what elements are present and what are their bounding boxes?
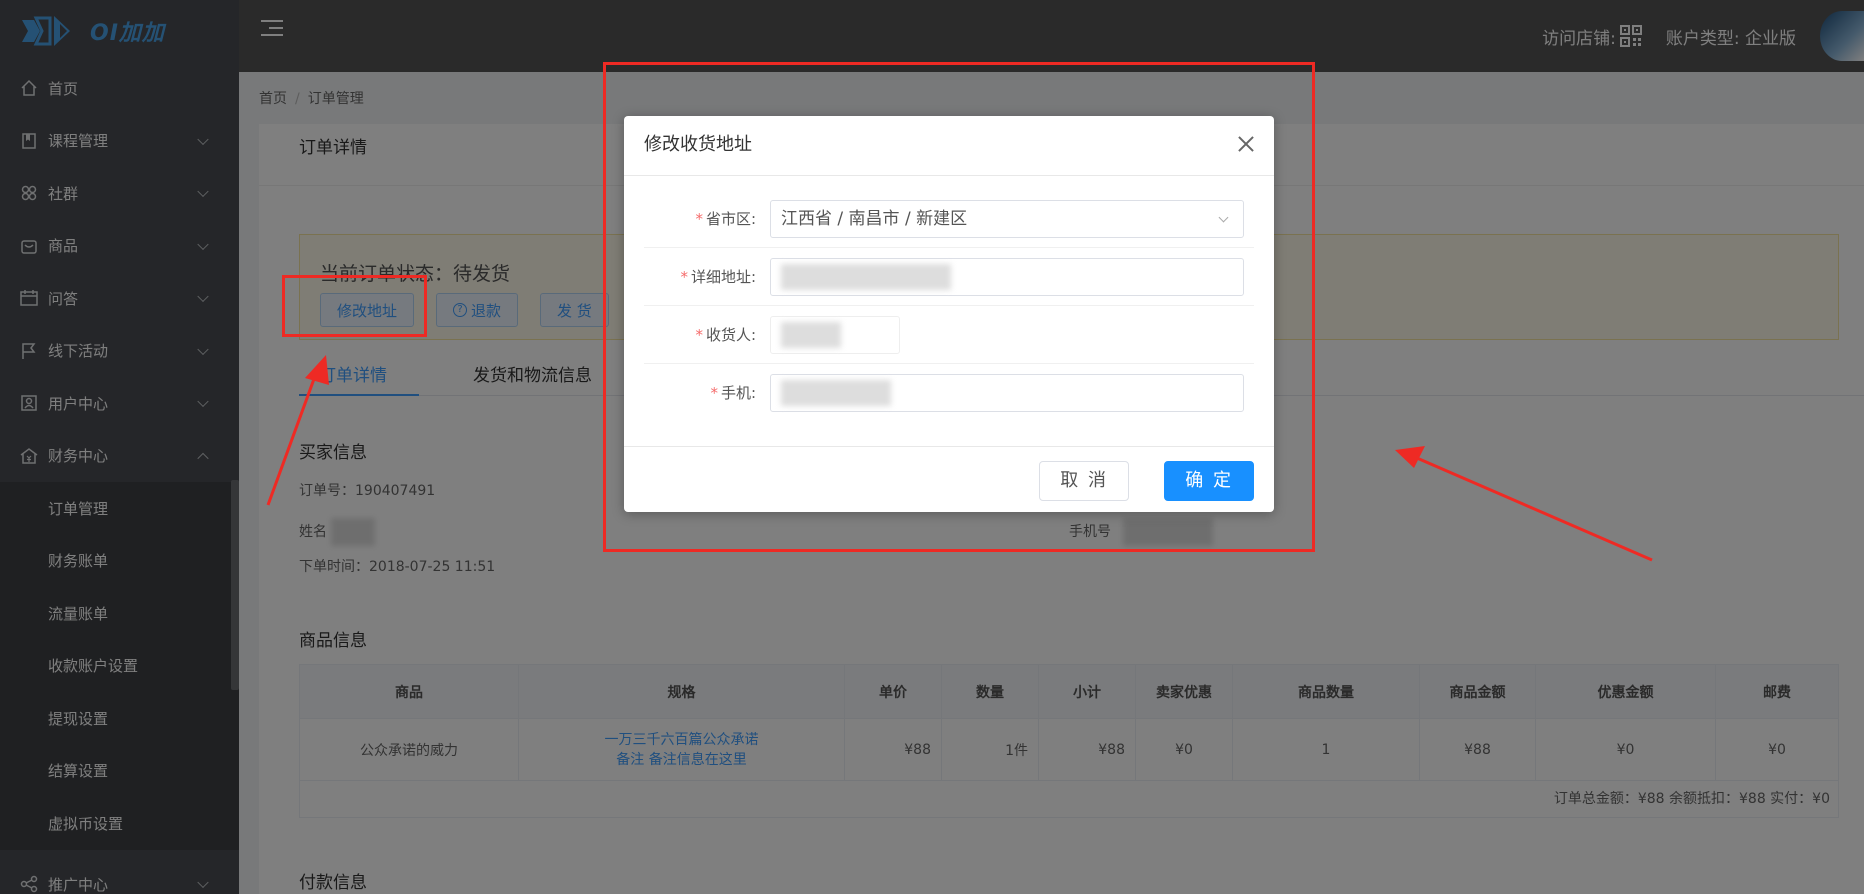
annotation-button-box	[282, 275, 427, 337]
annotation-dialog-box	[603, 62, 1315, 552]
